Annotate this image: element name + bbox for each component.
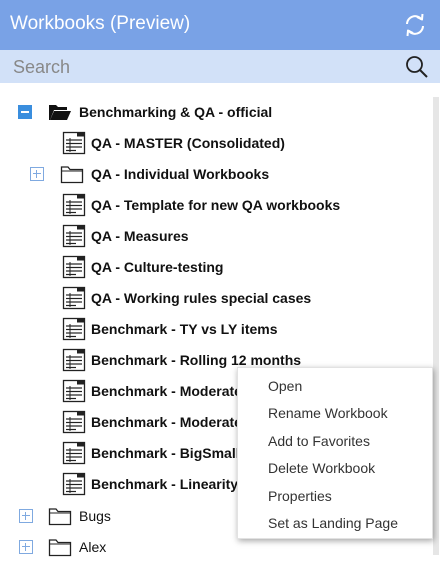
tree-item-folder[interactable]: QA - Individual Workbooks <box>0 160 440 188</box>
tree-item-label: Benchmark - BigSmall <box>91 445 240 461</box>
workbook-icon <box>62 255 86 279</box>
tree-item-label: QA - Measures <box>91 228 189 244</box>
tree-item-label: Benchmark - TY vs LY items <box>91 321 278 337</box>
workbook-icon <box>62 224 86 248</box>
folder-icon <box>48 508 72 526</box>
search-input[interactable] <box>11 54 395 80</box>
tree-node-label: Alex <box>79 539 107 555</box>
app-header: Workbooks (Preview) <box>0 0 440 50</box>
workbook-icon <box>62 410 86 434</box>
tree-item-label: QA - Culture-testing <box>91 259 224 275</box>
tree-item-label: Benchmark - Moderate <box>91 414 242 430</box>
workbook-icon <box>62 348 86 372</box>
menu-item-delete-workbook[interactable]: Delete Workbook <box>268 460 375 476</box>
search-bar <box>0 50 440 83</box>
page-title: Workbooks (Preview) <box>10 13 191 34</box>
tree-node-label: Bugs <box>79 508 111 524</box>
expand-icon[interactable] <box>19 540 33 554</box>
menu-item-properties[interactable]: Properties <box>268 488 332 504</box>
workbook-icon <box>62 379 86 403</box>
context-menu: Open Rename Workbook Add to Favorites De… <box>237 367 433 539</box>
workbook-icon <box>62 317 86 341</box>
tree-item-label: Benchmark - Linearity <box>91 476 239 492</box>
menu-item-rename-workbook[interactable]: Rename Workbook <box>268 405 388 421</box>
tree-item-label: QA - Template for new QA workbooks <box>91 197 341 213</box>
workbook-icon <box>62 193 86 217</box>
expand-icon[interactable] <box>30 167 44 181</box>
search-icon[interactable] <box>405 55 429 79</box>
tree-item-workbook[interactable]: QA - Template for new QA workbooks <box>0 191 440 219</box>
tree-item-label: Benchmark - Rolling 12 months <box>91 352 302 368</box>
tree-item-label: QA - MASTER (Consolidated) <box>91 135 285 151</box>
folder-icon <box>48 539 72 557</box>
vertical-scrollbar[interactable] <box>433 97 439 555</box>
folder-icon <box>60 166 84 184</box>
menu-item-open[interactable]: Open <box>268 378 302 394</box>
tree-item-label: Benchmark - Moderate <box>91 383 242 399</box>
refresh-icon[interactable] <box>402 12 428 38</box>
workbook-icon <box>62 441 86 465</box>
expand-icon[interactable] <box>19 509 33 523</box>
tree-item-workbook[interactable]: Benchmark - TY vs LY items <box>0 315 440 343</box>
tree-item-label: QA - Working rules special cases <box>91 290 312 306</box>
folder-open-icon <box>49 105 71 120</box>
tree-node-benchmarking-qa[interactable]: Benchmarking & QA - official <box>0 98 440 126</box>
collapse-icon[interactable] <box>18 105 32 119</box>
tree-item-workbook[interactable]: QA - MASTER (Consolidated) <box>0 129 440 157</box>
workbook-icon <box>62 286 86 310</box>
tree-item-workbook[interactable]: QA - Culture-testing <box>0 253 440 281</box>
menu-item-set-as-landing-page[interactable]: Set as Landing Page <box>268 515 398 531</box>
tree-item-workbook[interactable]: QA - Measures <box>0 222 440 250</box>
tree-item-label: QA - Individual Workbooks <box>91 166 270 182</box>
workbook-icon <box>62 131 86 155</box>
workbook-icon <box>62 472 86 496</box>
menu-item-add-to-favorites[interactable]: Add to Favorites <box>268 433 370 449</box>
tree-node-label: Benchmarking & QA - official <box>79 104 273 120</box>
tree-item-workbook[interactable]: QA - Working rules special cases <box>0 284 440 312</box>
